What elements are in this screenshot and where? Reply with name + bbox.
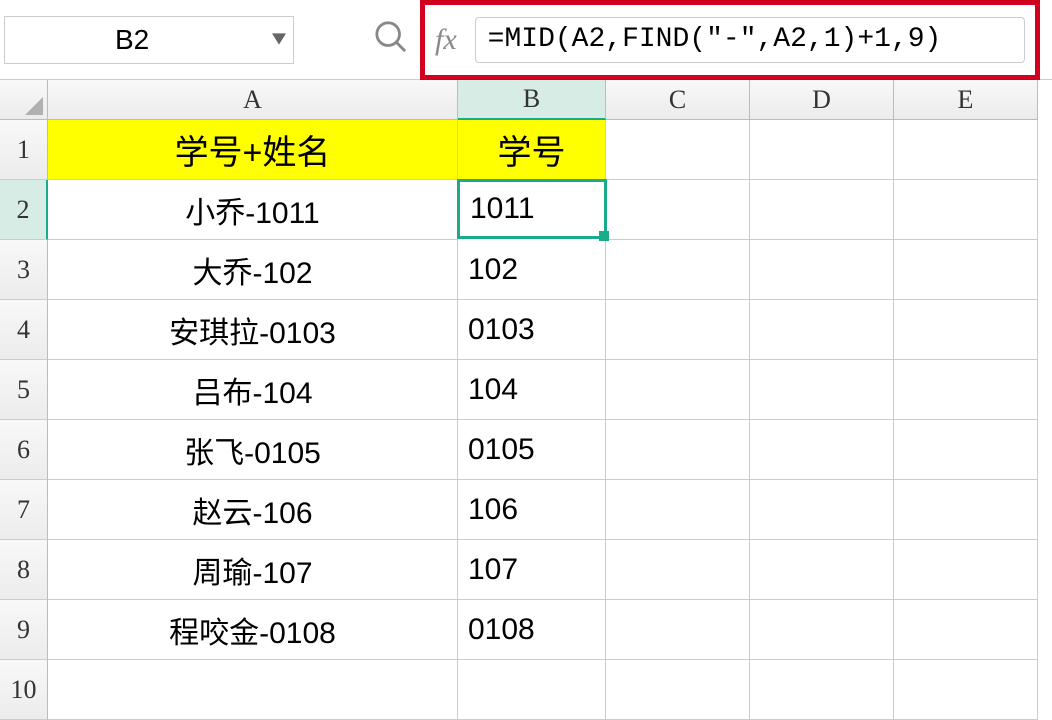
spreadsheet-grid: A B C D E 1 学号+姓名 学号 2 小乔-1011 1011 3 大乔… <box>0 80 1052 720</box>
cell-D3[interactable] <box>750 240 894 300</box>
cell-D10[interactable] <box>750 660 894 720</box>
cell-A10[interactable] <box>48 660 458 720</box>
row-header-1[interactable]: 1 <box>0 120 48 180</box>
cell-A2[interactable]: 小乔-1011 <box>48 180 458 240</box>
select-all-corner[interactable] <box>0 80 48 120</box>
row-header-9[interactable]: 9 <box>0 600 48 660</box>
formula-bar-highlight: fx <box>420 0 1040 80</box>
cell-A9[interactable]: 程咬金-0108 <box>48 600 458 660</box>
cell-B7[interactable]: 106 <box>458 480 606 540</box>
zoom-icon[interactable] <box>374 20 408 59</box>
cell-A1[interactable]: 学号+姓名 <box>48 120 458 180</box>
fx-label[interactable]: fx <box>435 23 457 57</box>
cell-C1[interactable] <box>606 120 750 180</box>
cell-E6[interactable] <box>894 420 1038 480</box>
cell-D1[interactable] <box>750 120 894 180</box>
cell-D6[interactable] <box>750 420 894 480</box>
cell-C2[interactable] <box>606 180 750 240</box>
cell-B5[interactable]: 104 <box>458 360 606 420</box>
row-header-10[interactable]: 10 <box>0 660 48 720</box>
cell-D2[interactable] <box>750 180 894 240</box>
cell-B2[interactable]: 1011 <box>457 179 607 239</box>
cell-D4[interactable] <box>750 300 894 360</box>
cell-B8[interactable]: 107 <box>458 540 606 600</box>
cell-A5[interactable]: 吕布-104 <box>48 360 458 420</box>
cell-E3[interactable] <box>894 240 1038 300</box>
col-header-E[interactable]: E <box>894 80 1038 120</box>
cell-C7[interactable] <box>606 480 750 540</box>
cell-E7[interactable] <box>894 480 1038 540</box>
row-header-8[interactable]: 8 <box>0 540 48 600</box>
col-header-C[interactable]: C <box>606 80 750 120</box>
cell-E8[interactable] <box>894 540 1038 600</box>
cell-B4[interactable]: 0103 <box>458 300 606 360</box>
cell-C4[interactable] <box>606 300 750 360</box>
cell-C3[interactable] <box>606 240 750 300</box>
cell-B6[interactable]: 0105 <box>458 420 606 480</box>
cell-D5[interactable] <box>750 360 894 420</box>
row-header-3[interactable]: 3 <box>0 240 48 300</box>
cell-A8[interactable]: 周瑜-107 <box>48 540 458 600</box>
row-header-4[interactable]: 4 <box>0 300 48 360</box>
row-header-7[interactable]: 7 <box>0 480 48 540</box>
cell-D8[interactable] <box>750 540 894 600</box>
cell-D7[interactable] <box>750 480 894 540</box>
cell-A7[interactable]: 赵云-106 <box>48 480 458 540</box>
cell-E2[interactable] <box>894 180 1038 240</box>
cell-C6[interactable] <box>606 420 750 480</box>
row-header-5[interactable]: 5 <box>0 360 48 420</box>
cell-C9[interactable] <box>606 600 750 660</box>
name-box-input[interactable] <box>4 16 294 64</box>
cell-A6[interactable]: 张飞-0105 <box>48 420 458 480</box>
col-header-D[interactable]: D <box>750 80 894 120</box>
cell-C5[interactable] <box>606 360 750 420</box>
formula-input[interactable] <box>475 17 1025 63</box>
cell-D9[interactable] <box>750 600 894 660</box>
cell-B9[interactable]: 0108 <box>458 600 606 660</box>
cell-A4[interactable]: 安琪拉-0103 <box>48 300 458 360</box>
row-header-6[interactable]: 6 <box>0 420 48 480</box>
cell-B1[interactable]: 学号 <box>458 120 606 180</box>
cell-E4[interactable] <box>894 300 1038 360</box>
cell-A3[interactable]: 大乔-102 <box>48 240 458 300</box>
cell-B10[interactable] <box>458 660 606 720</box>
formula-toolbar: fx <box>0 0 1052 80</box>
name-box-container <box>4 14 304 66</box>
cell-E5[interactable] <box>894 360 1038 420</box>
cell-B3[interactable]: 102 <box>458 240 606 300</box>
cell-C10[interactable] <box>606 660 750 720</box>
cell-E9[interactable] <box>894 600 1038 660</box>
col-header-A[interactable]: A <box>48 80 458 120</box>
cell-E1[interactable] <box>894 120 1038 180</box>
cell-C8[interactable] <box>606 540 750 600</box>
cell-E10[interactable] <box>894 660 1038 720</box>
col-header-B[interactable]: B <box>458 80 606 120</box>
row-header-2[interactable]: 2 <box>0 180 48 240</box>
